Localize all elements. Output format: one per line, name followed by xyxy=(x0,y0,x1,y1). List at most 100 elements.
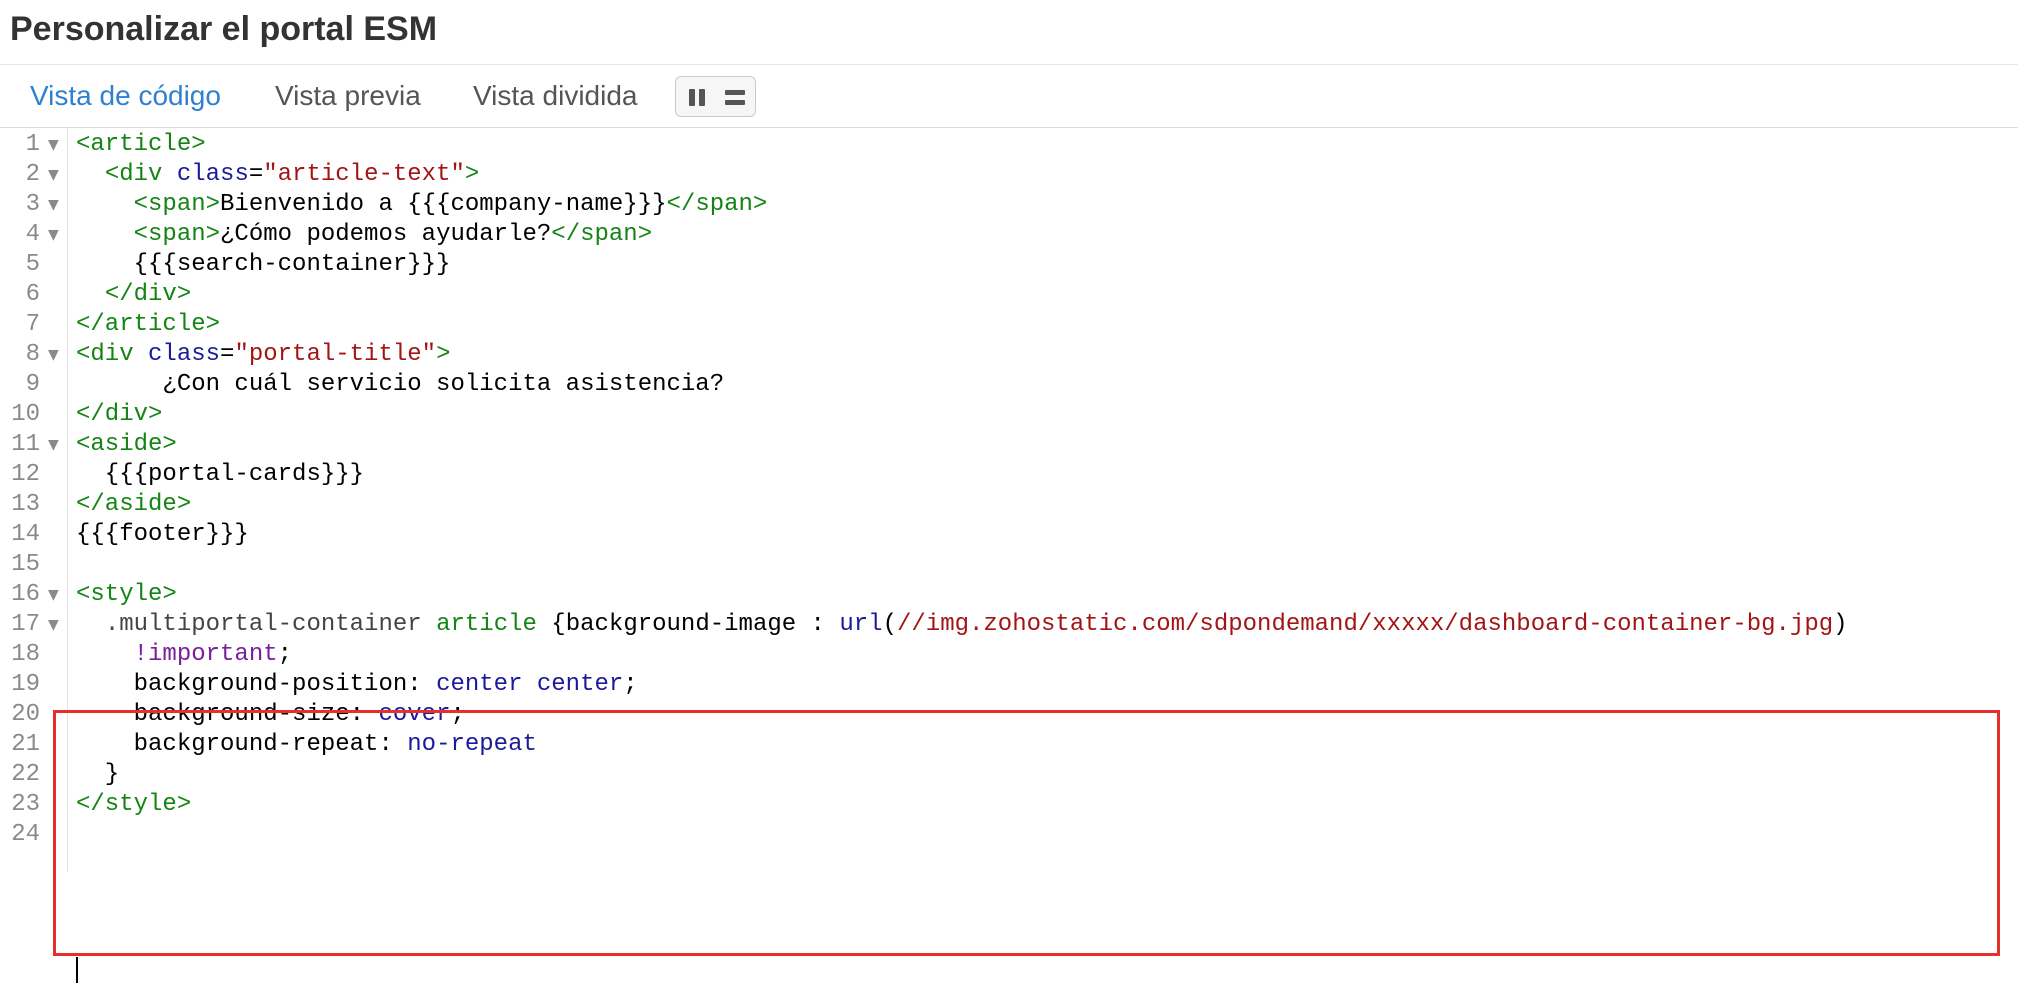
code-token: url xyxy=(839,611,883,638)
code-token: "article-text" xyxy=(263,161,465,188)
code-token: article xyxy=(436,611,537,638)
pause-icon xyxy=(689,89,705,106)
line-number: 21 xyxy=(11,731,40,758)
code-line[interactable]: <article> xyxy=(76,130,206,160)
code-line[interactable]: </style> xyxy=(76,790,191,820)
code-token: <span> xyxy=(133,191,221,218)
code-line[interactable]: } xyxy=(76,760,119,790)
code-token: {{{portal-cards}}} xyxy=(76,461,365,488)
line-number: 22 xyxy=(11,761,40,788)
code-token: Bienvenido a {{{company-name}}} xyxy=(220,191,667,218)
code-token: {{{search-container}}} xyxy=(76,251,451,278)
line-number: 20 xyxy=(11,701,40,728)
code-token: class xyxy=(176,161,249,188)
code-line[interactable]: ¿Con cuál servicio solicita asistencia? xyxy=(76,370,724,400)
fold-arrow-icon[interactable]: ▼ xyxy=(48,130,62,160)
fold-arrow-icon[interactable]: ▼ xyxy=(48,340,62,370)
code-token: center center xyxy=(436,671,624,698)
fold-arrow-icon[interactable]: ▼ xyxy=(48,610,62,640)
code-editor[interactable]: 1 ▼ 2 ▼ 3 ▼ 4 ▼ 5 6 7 8 ▼ 9 10 11 ▼ 12 13 14 15 16 ▼ 17 ▼ 18 19 20 2… xyxy=(0,128,2018,983)
code-token: } xyxy=(76,761,120,788)
code-token: </style> xyxy=(76,791,192,818)
code-line[interactable]: {{{footer}}} xyxy=(76,520,249,550)
code-line[interactable]: </aside> xyxy=(76,490,191,520)
code-line[interactable]: <div class="article-text"> xyxy=(76,160,479,190)
line-number: 3 xyxy=(25,191,40,218)
code-line[interactable]: <style> xyxy=(76,580,177,610)
code-token: ; xyxy=(450,701,465,728)
code-token: </span> xyxy=(666,191,768,218)
code-token: </aside> xyxy=(76,491,192,518)
line-number: 10 xyxy=(11,401,40,428)
equals-icon xyxy=(725,90,745,105)
fold-arrow-icon[interactable]: ▼ xyxy=(48,160,62,190)
fold-arrow-icon[interactable]: ▼ xyxy=(48,580,62,610)
line-number: 24 xyxy=(11,821,40,848)
code-token: <span> xyxy=(133,221,221,248)
code-token: cover xyxy=(378,701,451,728)
code-token: > xyxy=(464,161,480,188)
code-token: background-position: xyxy=(76,671,437,698)
code-line[interactable]: <aside> xyxy=(76,430,177,460)
code-line[interactable]: </div> xyxy=(76,400,162,430)
code-line[interactable]: background-size: cover; xyxy=(76,700,465,730)
code-token: no-repeat xyxy=(407,731,537,758)
split-orientation-toggle[interactable] xyxy=(675,76,756,117)
tab-preview[interactable]: Vista previa xyxy=(275,65,421,127)
code-line[interactable]: <span>Bienvenido a {{{company-name}}}</s… xyxy=(76,190,768,220)
tab-code-view[interactable]: Vista de código xyxy=(30,65,221,127)
code-token: ¿Con cuál servicio solicita asistencia? xyxy=(76,371,725,398)
view-tabs: Vista de código Vista previa Vista divid… xyxy=(0,65,2018,127)
code-token: </article> xyxy=(76,311,221,338)
code-token: !important xyxy=(133,641,278,668)
code-line[interactable]: {{{search-container}}} xyxy=(76,250,451,280)
line-number: 16 xyxy=(11,581,40,608)
code-line[interactable]: {{{portal-cards}}} xyxy=(76,460,364,490)
page-title: Personalizar el portal ESM xyxy=(10,10,438,48)
fold-arrow-icon[interactable]: ▼ xyxy=(48,190,62,220)
code-token: ; xyxy=(277,641,293,668)
code-line[interactable]: </article> xyxy=(76,310,220,340)
code-token: = xyxy=(248,161,264,188)
line-number: 2 xyxy=(25,161,40,188)
code-line[interactable]: !important; xyxy=(76,640,292,670)
code-token: {{{footer}}} xyxy=(76,521,249,548)
line-number: 14 xyxy=(11,521,40,548)
code-line[interactable]: </div> xyxy=(76,280,191,310)
code-line[interactable]: .multiportal-container article {backgrou… xyxy=(76,610,1848,640)
code-line[interactable]: <div class="portal-title"> xyxy=(76,340,450,370)
code-token: .multiportal-container xyxy=(104,611,422,638)
line-number: 17 xyxy=(11,611,40,638)
line-number: 6 xyxy=(25,281,40,308)
fold-arrow-icon[interactable]: ▼ xyxy=(48,220,62,250)
code-token: ) xyxy=(1833,611,1848,638)
line-number: 4 xyxy=(25,221,40,248)
line-number: 18 xyxy=(11,641,40,668)
code-token: //img.zohostatic.com/sdpondemand/xxxxx/d… xyxy=(896,611,1834,638)
code-token: ; xyxy=(623,671,638,698)
code-line[interactable]: <span>¿Cómo podemos ayudarle?</span> xyxy=(76,220,653,250)
code-line[interactable]: background-position: center center; xyxy=(76,670,638,700)
code-token: <aside> xyxy=(76,431,177,458)
line-number: 7 xyxy=(25,311,40,338)
line-number: 23 xyxy=(11,791,40,818)
code-token: ¿Cómo podemos ayudarle? xyxy=(220,221,552,248)
code-token: <article> xyxy=(76,131,206,158)
code-line[interactable]: background-repeat: no-repeat xyxy=(76,730,537,760)
tab-split-view[interactable]: Vista dividida xyxy=(473,65,637,127)
code-token: <div xyxy=(76,341,149,368)
fold-arrow-icon[interactable]: ▼ xyxy=(48,430,62,460)
code-token: <div xyxy=(104,161,177,188)
code-token: {background-image : xyxy=(536,611,840,638)
line-number: 11 xyxy=(11,431,40,458)
code-token: </div> xyxy=(76,401,163,428)
code-token: </div> xyxy=(104,281,192,308)
code-token: background-size: xyxy=(76,701,379,728)
